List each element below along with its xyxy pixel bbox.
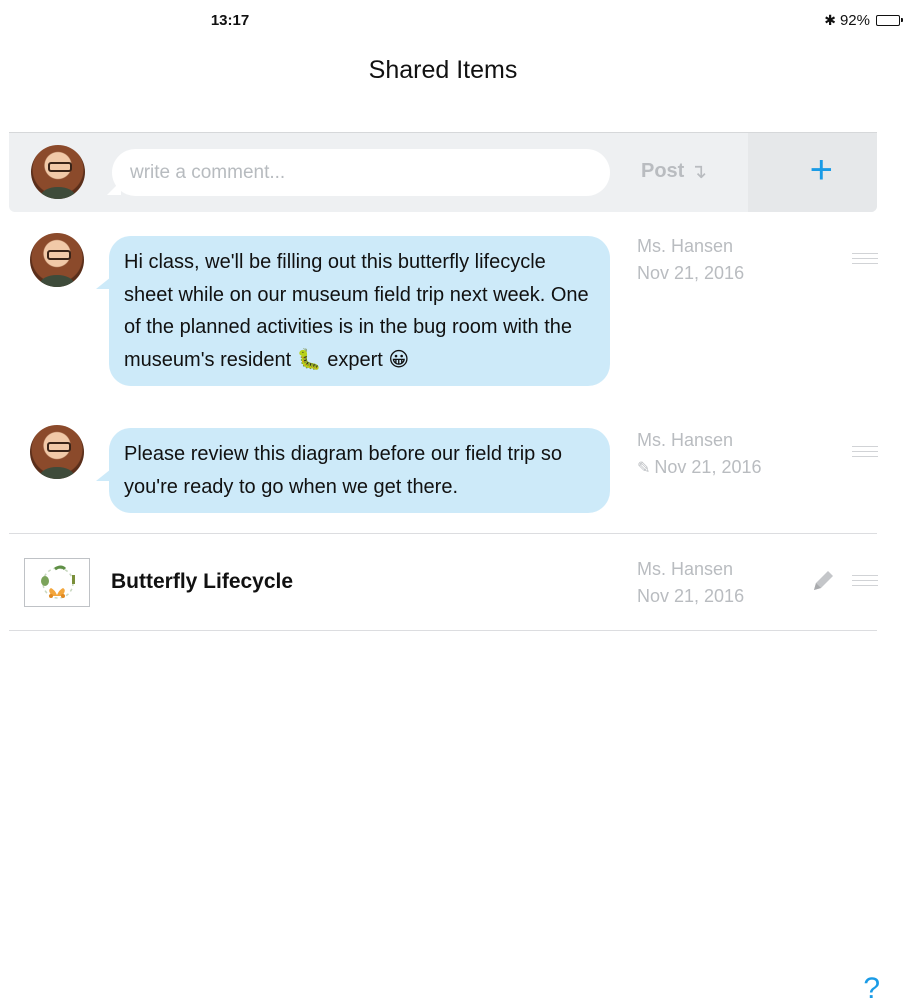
plus-icon[interactable]: +	[810, 150, 833, 190]
message-author: Ms. Hansen	[637, 430, 734, 450]
message-meta: Ms. Hansen ✎ Nov 21, 2016	[637, 427, 761, 482]
post-arrow-icon: ↴	[690, 161, 708, 183]
message-author: Ms. Hansen	[637, 236, 734, 256]
file-name[interactable]: Butterfly Lifecycle	[111, 570, 293, 594]
battery-icon	[876, 15, 903, 26]
comment-composer: Post ↴ +	[9, 132, 877, 212]
message-bubble: Please review this diagram before our fi…	[109, 428, 610, 513]
drag-handle-icon[interactable]	[852, 446, 878, 457]
post-button[interactable]: Post ↴	[641, 159, 707, 184]
battery-percent: 92%	[839, 12, 870, 29]
edited-pencil-icon: ✎	[637, 460, 651, 477]
page-title: Shared Items	[368, 56, 518, 84]
message-date-row: ✎ Nov 21, 2016	[637, 454, 761, 482]
status-time: 13:17	[210, 12, 250, 29]
author-avatar	[30, 425, 84, 479]
file-thumbnail	[24, 558, 90, 607]
status-indicators: ✱ 92%	[824, 12, 903, 29]
file-author: Ms. Hansen	[637, 559, 734, 579]
bluetooth-icon: ✱	[824, 12, 836, 28]
file-meta: Ms. Hansen Nov 21, 2016	[637, 556, 744, 610]
message-meta: Ms. Hansen Nov 21, 2016	[637, 233, 744, 287]
shared-items-screen: 13:17 ✱ 92% Shared Items Post ↴ + Hi cla…	[0, 0, 916, 1006]
post-label: Post	[641, 160, 685, 182]
message-bubble: Hi class, we'll be filling out this butt…	[109, 236, 610, 386]
shared-file-row[interactable]: Butterfly Lifecycle Ms. Hansen Nov 21, 2…	[0, 534, 916, 630]
edit-pencil-icon[interactable]	[810, 568, 836, 594]
help-button[interactable]: ?	[863, 972, 880, 1006]
comment-input[interactable]	[112, 149, 610, 196]
user-avatar	[31, 145, 85, 199]
drag-handle-icon[interactable]	[852, 253, 878, 264]
butterfly-lifecycle-thumbnail-icon	[41, 565, 75, 599]
message-date: Nov 21, 2016	[637, 263, 745, 283]
author-avatar	[30, 233, 84, 287]
message-date: Nov 21, 2016	[654, 457, 762, 477]
divider	[9, 630, 877, 631]
file-date: Nov 21, 2016	[637, 586, 745, 606]
drag-handle-icon[interactable]	[852, 575, 878, 586]
